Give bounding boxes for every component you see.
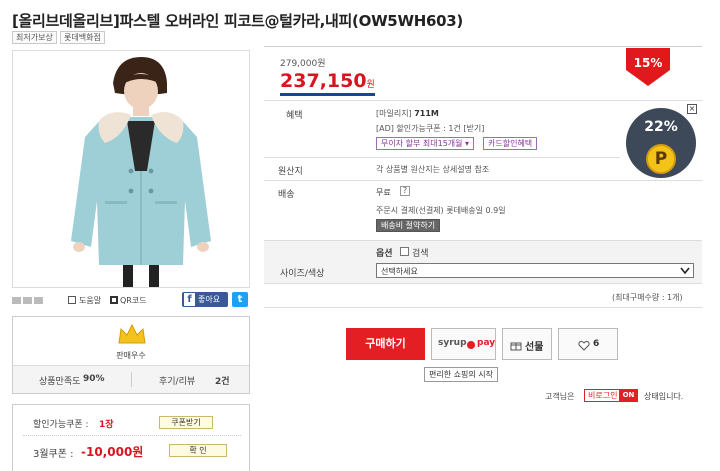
product-image-frame[interactable] xyxy=(12,50,250,288)
product-title: [올리브데올리브]파스텔 오버라인 피코트@털카라,내피(OW5WH603) xyxy=(12,12,463,30)
seller-badge-label: 판매우수 xyxy=(116,351,146,360)
qr-label[interactable]: QR코드 xyxy=(120,295,147,306)
stats-divider xyxy=(131,372,132,387)
march-coupon-label: 3월쿠폰 : xyxy=(33,449,74,460)
options-label: 옵션 xyxy=(376,249,393,259)
product-image xyxy=(71,57,211,287)
review-label: 후기/리뷰 xyxy=(159,377,196,387)
sale-price-unit: 원 xyxy=(366,80,375,90)
thumbnail-dot[interactable] xyxy=(34,297,43,304)
shipping-fee: 무료 xyxy=(376,188,391,197)
mileage-value: 711M xyxy=(414,109,439,118)
gift-button[interactable]: 선물 xyxy=(502,328,552,360)
customer-status-suffix: 상태입니다. xyxy=(644,392,684,401)
max-quantity-note: (최대구매수량 : 1개) xyxy=(612,293,683,302)
march-coupon-value: -10,000원 xyxy=(81,445,144,459)
origin-label: 원산지 xyxy=(278,167,303,177)
actions-divider xyxy=(264,307,702,308)
close-icon[interactable]: × xyxy=(687,104,697,114)
installment-button[interactable]: 무이자 할부 최대15개월 ▾ xyxy=(376,137,475,150)
twitter-icon[interactable]: t xyxy=(232,292,248,307)
available-coupon-count: 1장 xyxy=(99,420,114,430)
qr-icon[interactable] xyxy=(110,296,118,304)
gift-label: 선물 xyxy=(525,342,544,353)
heart-icon xyxy=(578,340,590,351)
shipping-help-icon[interactable]: ? xyxy=(400,186,410,196)
card-discount-button[interactable]: 카드할인혜택 xyxy=(483,137,538,150)
coupon-panel: 할인가능쿠폰 : 1장 쿠폰받기 3월쿠폰 : -10,000원 확 인 xyxy=(12,404,250,471)
tag-lowest-price[interactable]: 최저가보상 xyxy=(12,31,57,44)
search-checkbox-label: 검색 xyxy=(412,249,429,259)
options-panel: 옵션 검색 사이즈/색상 선택하세요 xyxy=(264,240,702,284)
sale-price-value: 237,150 xyxy=(280,70,367,92)
satisfaction-value: 90% xyxy=(83,374,105,384)
tag-department-store[interactable]: 롯데백화점 xyxy=(60,31,105,44)
available-coupon-label: 할인가능쿠폰 : xyxy=(33,420,89,430)
shipping-note: 주문시 결제(선결제) 롯데배송일 0.9일 xyxy=(376,206,506,215)
review-value[interactable]: 2건 xyxy=(215,374,230,387)
original-price: 279,000원 xyxy=(280,59,326,69)
coin-icon: P xyxy=(646,144,676,174)
coupon-divider xyxy=(23,435,241,436)
syrup-tooltip: 편리한 쇼핑의 시작 xyxy=(424,367,498,382)
facebook-icon: f xyxy=(184,293,195,306)
buy-button[interactable]: 구매하기 xyxy=(346,328,425,360)
shipping-divider xyxy=(264,180,702,181)
chevron-down-icon xyxy=(680,267,690,275)
facebook-like-label: 좋아요 xyxy=(198,295,221,304)
gift-icon xyxy=(510,342,522,351)
syrup-dot-icon xyxy=(467,341,475,349)
origin-value: 각 상품별 원산지는 상세설명 참조 xyxy=(376,165,490,174)
discount-rate: 15% xyxy=(633,56,663,70)
seller-stats: 상품만족도 90% 후기/리뷰 2건 xyxy=(13,365,249,393)
thumbnail-dot[interactable] xyxy=(23,297,32,304)
like-count: 6 xyxy=(593,339,600,349)
mileage-row: [마일리지] 711M xyxy=(376,108,439,119)
select-value: 선택하세요 xyxy=(381,267,418,276)
size-color-select[interactable]: 선택하세요 xyxy=(376,263,694,278)
zoom-label[interactable]: 도움말 xyxy=(79,295,101,306)
benefits-label: 혜택 xyxy=(286,111,303,121)
promo-rate: 22% xyxy=(644,119,678,135)
login-toggle[interactable]: ON xyxy=(619,389,638,402)
zoom-icon[interactable] xyxy=(68,296,76,304)
satisfaction-label: 상품만족도 xyxy=(39,377,81,387)
promo-badge[interactable]: 22% P xyxy=(626,108,696,178)
seller-panel: 판매우수 상품만족도 90% 후기/리뷰 2건 xyxy=(12,316,250,394)
syrup-label: syrup xyxy=(438,338,467,348)
price-top-divider xyxy=(264,46,702,47)
like-button[interactable]: 6 xyxy=(558,328,618,360)
origin-divider xyxy=(264,157,620,158)
confirm-coupon-button[interactable]: 확 인 xyxy=(169,444,227,457)
login-state[interactable]: 비로그인 xyxy=(584,389,622,402)
benefits-divider xyxy=(264,100,702,101)
customer-status-prefix: 고객님은 xyxy=(545,392,575,401)
shipping-label: 배송 xyxy=(278,190,295,200)
search-checkbox[interactable] xyxy=(400,247,409,256)
shipping-saving-button[interactable]: 배송비 절약하기 xyxy=(376,219,441,232)
thumbnail-dot[interactable] xyxy=(12,297,21,304)
syrup-pay-button[interactable]: syrup pay xyxy=(431,328,496,360)
pay-label: pay xyxy=(477,338,496,348)
mileage-label: [마일리지] xyxy=(376,109,412,118)
crown-icon xyxy=(118,323,146,344)
ad-coupon[interactable]: [AD] 할인가능쿠폰 : 1건 [받기] xyxy=(376,123,484,134)
size-color-label: 사이즈/색상 xyxy=(280,269,325,279)
sale-price: 237,150원 xyxy=(280,70,375,96)
receive-coupon-button[interactable]: 쿠폰받기 xyxy=(159,416,213,429)
facebook-like-button[interactable]: f 좋아요 xyxy=(182,292,228,307)
